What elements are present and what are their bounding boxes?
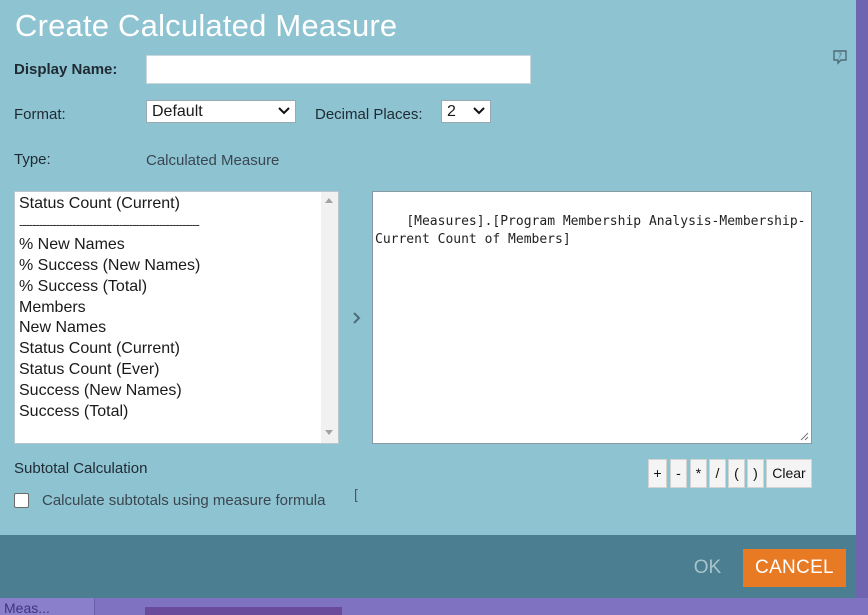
list-item[interactable]: Members	[19, 298, 319, 319]
cancel-button[interactable]: CANCEL	[743, 549, 846, 587]
multiply-button[interactable]: *	[690, 459, 707, 488]
list-item[interactable]: Success (Total)	[19, 402, 319, 423]
list-item[interactable]: New Names	[19, 318, 319, 339]
list-scrollbar[interactable]	[321, 192, 338, 443]
calculate-subtotals-label[interactable]: Calculate subtotals using measure formul…	[42, 492, 325, 509]
format-select[interactable]: Default	[146, 100, 296, 123]
list-item[interactable]: % Success (New Names)	[19, 256, 319, 277]
list-item[interactable]: % New Names	[19, 235, 319, 256]
chevron-down-icon	[473, 107, 485, 115]
background-side-strip	[856, 0, 868, 615]
format-label: Format:	[14, 106, 66, 123]
formula-text: [Measures].[Program Membership Analysis-…	[375, 214, 806, 247]
list-item[interactable]: Status Count (Ever)	[19, 360, 319, 381]
display-name-input[interactable]	[146, 55, 531, 84]
background-bottom-tab[interactable]: Meas...	[0, 598, 95, 615]
chevron-right-icon[interactable]	[350, 309, 364, 327]
formula-textarea[interactable]: [Measures].[Program Membership Analysis-…	[372, 191, 812, 444]
plus-button[interactable]: +	[648, 459, 667, 488]
svg-text:?: ?	[838, 52, 842, 61]
decimal-places-selected-value: 2	[447, 103, 456, 120]
divide-button[interactable]: /	[709, 459, 726, 488]
create-calculated-measure-dialog: Create Calculated Measure ? Display Name…	[0, 0, 856, 598]
list-item[interactable]: Success (New Names)	[19, 381, 319, 402]
scroll-up-arrow-icon[interactable]	[325, 198, 333, 203]
dialog-title: Create Calculated Measure	[15, 8, 398, 43]
list-item[interactable]: Status Count (Current)	[19, 339, 319, 360]
close-paren-button[interactable]: )	[747, 459, 764, 488]
subtotal-calculation-title: Subtotal Calculation	[14, 460, 148, 477]
measure-list[interactable]: Status Count (Current) -----------------…	[14, 191, 339, 444]
list-item[interactable]: Status Count (Current)	[19, 194, 319, 215]
background-bottom-bar	[145, 607, 342, 615]
scroll-down-arrow-icon[interactable]	[325, 430, 333, 435]
bracket-mark: [	[354, 486, 358, 502]
list-item[interactable]: % Success (Total)	[19, 277, 319, 298]
decimal-places-label: Decimal Places:	[315, 106, 423, 123]
minus-button[interactable]: -	[670, 459, 687, 488]
decimal-places-select[interactable]: 2	[441, 100, 491, 123]
help-icon[interactable]: ?	[832, 49, 848, 65]
clear-button[interactable]: Clear	[766, 459, 812, 488]
chevron-down-icon	[278, 107, 290, 115]
resize-grip-icon[interactable]	[800, 432, 809, 441]
background-bottom-area	[0, 598, 868, 615]
display-name-label: Display Name:	[14, 61, 118, 78]
open-paren-button[interactable]: (	[728, 459, 745, 488]
type-value: Calculated Measure	[146, 152, 280, 169]
calculate-subtotals-checkbox[interactable]	[14, 493, 29, 508]
ok-button[interactable]: OK	[680, 549, 735, 587]
type-label: Type:	[14, 151, 51, 168]
format-selected-value: Default	[152, 103, 203, 120]
list-separator: ----------------------------------------…	[19, 216, 200, 232]
